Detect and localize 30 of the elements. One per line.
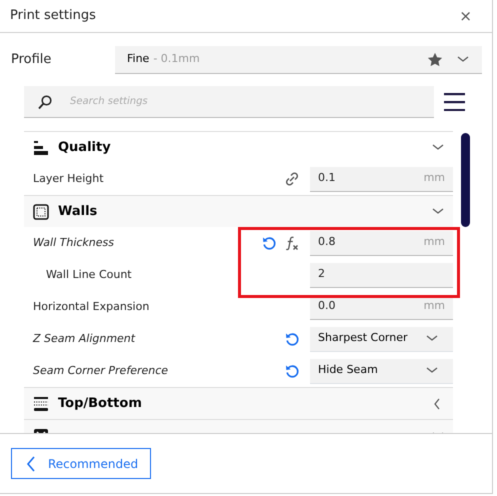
- profile-label: Profile: [11, 51, 52, 70]
- setting-label: Wall Line Count: [45, 266, 133, 283]
- section-header[interactable]: Top/Bottom: [24, 387, 453, 419]
- reset-icon[interactable]: [284, 331, 300, 347]
- menu-button[interactable]: [444, 93, 465, 111]
- function-icon[interactable]: [284, 235, 300, 251]
- stripes-icon: [33, 396, 49, 412]
- number-field[interactable]: 0.1 mm: [310, 166, 453, 192]
- setting-label: Seam Corner Preference: [32, 362, 170, 379]
- setting-label: Layer Height: [32, 170, 105, 187]
- number-field[interactable]: 2: [310, 262, 453, 288]
- dropdown[interactable]: Sharpest Corner: [310, 326, 453, 352]
- reset-icon[interactable]: [261, 235, 277, 251]
- grid-square-icon: [33, 204, 49, 220]
- close-button[interactable]: ×: [449, 4, 482, 28]
- star-icon[interactable]: [428, 52, 442, 66]
- recommended-button[interactable]: Recommended: [11, 448, 152, 479]
- section-header[interactable]: Walls: [24, 195, 453, 227]
- setting-label: Z Seam Alignment: [32, 330, 136, 347]
- reset-icon[interactable]: [284, 363, 300, 379]
- search-field[interactable]: Search settings: [24, 86, 434, 118]
- layers-icon: [33, 140, 49, 156]
- number-field[interactable]: 0.8 mm: [310, 230, 453, 256]
- chevron-left-icon: [26, 456, 36, 472]
- setting-label: Horizontal Expansion: [32, 298, 150, 315]
- setting-label: Wall Thickness: [32, 234, 115, 251]
- dropdown[interactable]: Hide Seam: [310, 358, 453, 384]
- window-title: Print settings: [10, 7, 96, 26]
- profile-dropdown[interactable]: Fine - 0.1mm: [115, 46, 482, 74]
- scrollbar-thumb[interactable]: [461, 133, 470, 227]
